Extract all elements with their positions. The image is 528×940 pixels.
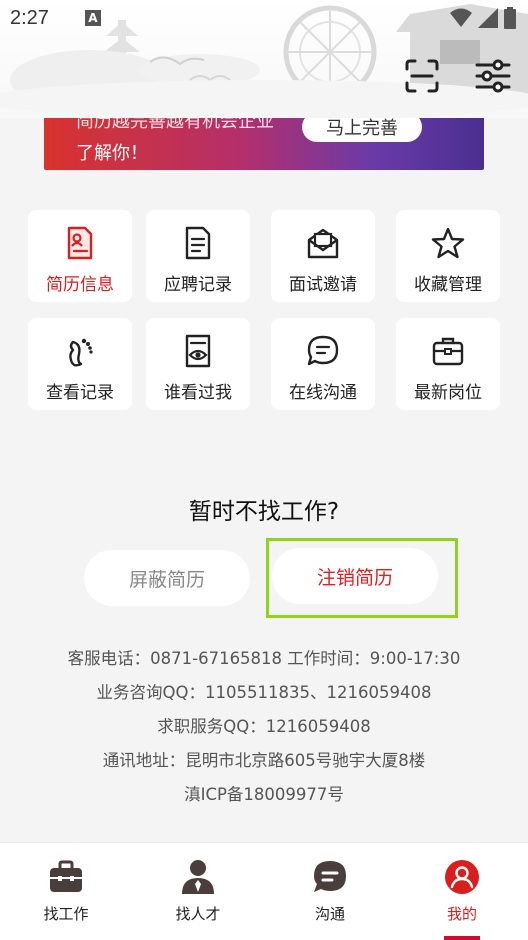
grid-item-resume-info[interactable]: 简历信息: [28, 210, 132, 302]
resume-icon: [67, 226, 93, 260]
grid-item-label: 最新岗位: [414, 383, 482, 403]
grid-item-label: 查看记录: [46, 383, 114, 403]
briefcase-icon: [50, 860, 82, 892]
person-icon: [182, 860, 214, 894]
business-qq: 业务咨询QQ：1105511835、1216059408: [96, 683, 432, 702]
nav-label: 我的: [446, 905, 477, 923]
banner-line-1: 简历越完善越有机会企业: [76, 118, 274, 132]
wifi-icon: [450, 8, 472, 27]
complete-now-button[interactable]: 马上完善: [302, 118, 422, 142]
nav-label: 找人才: [175, 905, 221, 923]
briefcase-icon: [432, 337, 464, 366]
signal-icon: [478, 8, 498, 28]
notification-a-icon: A: [84, 10, 101, 26]
footprint-icon: [69, 338, 93, 367]
complete-resume-banner[interactable]: 简历越完善越有机会企业 了解你！ 马上完善: [44, 118, 484, 170]
contact-info: 客服电话：0871-67165818 工作时间：9:00-17:30 业务咨询Q…: [0, 646, 528, 816]
user-icon: [445, 860, 479, 894]
icp-number: 滇ICP备18009977号: [184, 785, 344, 804]
scan-icon[interactable]: [404, 58, 440, 94]
grid-item-application-records[interactable]: 应聘记录: [146, 210, 250, 302]
status-bar: 2:27 A: [0, 0, 528, 36]
header: 2:27 A: [0, 0, 528, 118]
document-icon: [185, 226, 211, 260]
grid-item-label: 收藏管理: [414, 275, 482, 295]
star-icon: [431, 227, 465, 259]
nav-label: 找工作: [43, 905, 89, 923]
grid-item-label: 在线沟通: [289, 383, 357, 403]
grid-item-label: 应聘记录: [164, 275, 232, 295]
eye-icon: [185, 334, 211, 368]
nav-mine[interactable]: 我的: [396, 843, 528, 940]
service-phone: 客服电话：0871-67165818 工作时间：9:00-17:30: [67, 649, 461, 668]
hide-resume-button[interactable]: 屏蔽简历: [84, 550, 250, 606]
nav-find-job[interactable]: 找工作: [0, 843, 132, 940]
grid-item-label: 简历信息: [46, 275, 114, 295]
banner-text: 简历越完善越有机会企业 了解你！: [76, 118, 274, 170]
envelope-icon: [307, 228, 339, 259]
nav-find-talent[interactable]: 找人才: [132, 843, 264, 940]
job-service-qq: 求职服务QQ：1216059408: [157, 717, 371, 736]
nav-active-indicator: [444, 936, 480, 940]
battery-icon: [504, 7, 516, 29]
banner-line-2: 了解你！: [76, 143, 148, 164]
grid-item-view-records[interactable]: 查看记录: [28, 318, 132, 410]
grid-item-favorites[interactable]: 收藏管理: [396, 210, 500, 302]
grid-item-interview-invites[interactable]: 面试邀请: [271, 210, 375, 302]
grid-item-online-chat[interactable]: 在线沟通: [271, 318, 375, 410]
status-time: 2:27: [10, 6, 49, 29]
nav-chat[interactable]: 沟通: [264, 843, 396, 940]
chat-icon: [314, 861, 346, 892]
cancel-resume-highlight-box: [266, 538, 458, 618]
chat-icon: [307, 335, 339, 366]
grid-item-label: 谁看过我: [164, 383, 232, 403]
sliders-icon[interactable]: [474, 58, 512, 94]
grid-item-label: 面试邀请: [289, 275, 357, 295]
pause-job-title: 暂时不找工作?: [188, 499, 340, 525]
grid-item-who-viewed-me[interactable]: 谁看过我: [146, 318, 250, 410]
address: 通讯地址：昆明市北京路605号驰宇大厦8楼: [102, 751, 426, 770]
grid-item-latest-jobs[interactable]: 最新岗位: [396, 318, 500, 410]
bottom-nav: 找工作 找人才 沟通 我的: [0, 842, 528, 940]
nav-label: 沟通: [314, 905, 345, 923]
